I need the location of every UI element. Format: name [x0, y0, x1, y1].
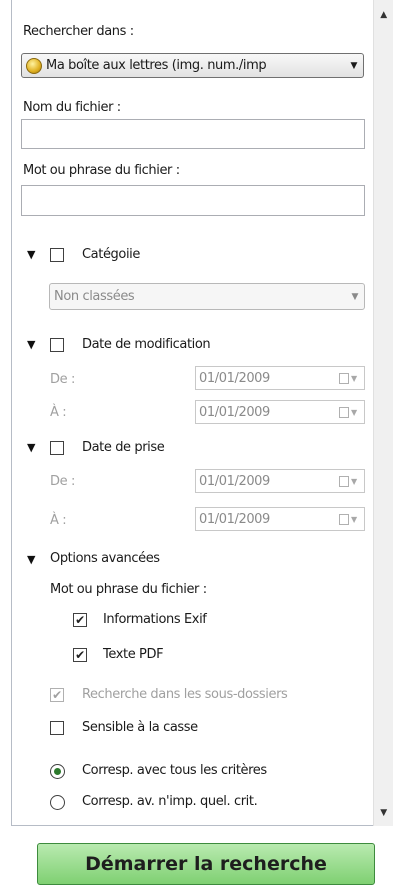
filename-label: Nom du fichier :	[23, 100, 121, 115]
search-in-dropdown[interactable]: Ma boîte aux lettres (img. num./imp ▼	[21, 53, 364, 78]
start-search-button[interactable]: Démarrer la recherche	[37, 843, 375, 885]
match-any-radio[interactable]	[50, 795, 65, 810]
case-sensitive-checkbox[interactable]	[50, 721, 64, 735]
triangle-down-icon[interactable]: ▼	[27, 338, 35, 351]
calendar-icon[interactable]: ▼	[339, 372, 361, 385]
category-checkbox[interactable]	[50, 248, 64, 262]
subfolders-label: Recherche dans les sous-dossiers	[82, 687, 288, 702]
exif-checkbox[interactable]: ✔	[73, 613, 87, 627]
date-taken-label: Date de prise	[82, 440, 165, 455]
advanced-options-label: Options avancées	[50, 551, 160, 566]
match-all-radio[interactable]	[50, 764, 65, 779]
radio-dot	[54, 768, 61, 775]
word-label: Mot ou phrase du fichier :	[23, 163, 180, 178]
date-value: 01/01/2009	[199, 511, 270, 527]
triangle-down-icon[interactable]: ▼	[27, 441, 35, 454]
date-modified-from-label: De :	[50, 372, 75, 387]
search-in-value: Ma boîte aux lettres (img. num./imp	[46, 58, 267, 73]
exif-label: Informations Exif	[103, 612, 207, 627]
category-value: Non classées	[54, 289, 135, 304]
match-all-label: Corresp. avec tous les critères	[82, 763, 267, 778]
category-label: Catégoiie	[82, 247, 140, 262]
chevron-down-icon: ▼	[350, 60, 357, 71]
date-modified-to-field[interactable]: 01/01/2009 ▼	[195, 400, 365, 424]
mailbox-icon	[26, 57, 42, 74]
case-sensitive-label: Sensible à la casse	[82, 720, 198, 735]
word-input[interactable]	[21, 185, 365, 216]
advanced-word-label: Mot ou phrase du fichier :	[50, 582, 207, 597]
scroll-down-arrow-icon[interactable]: ▼	[374, 804, 393, 822]
vertical-scrollbar[interactable]: ▲ ▼	[373, 0, 393, 826]
calendar-icon[interactable]: ▼	[339, 475, 361, 488]
subfolders-checkbox[interactable]: ✔	[50, 688, 64, 702]
match-any-label: Corresp. av. n'imp. quel. crit.	[82, 794, 258, 809]
date-taken-to-field[interactable]: 01/01/2009 ▼	[195, 507, 365, 531]
date-modified-from-field[interactable]: 01/01/2009 ▼	[195, 366, 365, 390]
date-taken-checkbox[interactable]	[50, 441, 64, 455]
date-modified-to-label: À :	[50, 405, 67, 420]
triangle-down-icon[interactable]: ▼	[27, 553, 35, 566]
calendar-icon[interactable]: ▼	[339, 513, 361, 526]
category-dropdown[interactable]: Non classées ▼	[49, 283, 365, 310]
pdf-checkbox[interactable]: ✔	[73, 648, 87, 662]
triangle-down-icon[interactable]: ▼	[27, 248, 35, 261]
date-value: 01/01/2009	[199, 370, 270, 386]
date-modified-label: Date de modification	[82, 337, 211, 352]
filename-input[interactable]	[21, 119, 365, 149]
scroll-up-arrow-icon[interactable]: ▲	[374, 6, 393, 24]
pdf-label: Texte PDF	[103, 647, 164, 662]
calendar-icon[interactable]: ▼	[339, 406, 361, 419]
chevron-down-icon: ▼	[351, 291, 358, 302]
date-value: 01/01/2009	[199, 473, 270, 489]
date-taken-from-field[interactable]: 01/01/2009 ▼	[195, 469, 365, 493]
date-taken-from-label: De :	[50, 474, 75, 489]
search-in-label: Rechercher dans :	[23, 24, 134, 39]
date-modified-checkbox[interactable]	[50, 338, 64, 352]
date-value: 01/01/2009	[199, 404, 270, 420]
date-taken-to-label: À :	[50, 513, 67, 528]
